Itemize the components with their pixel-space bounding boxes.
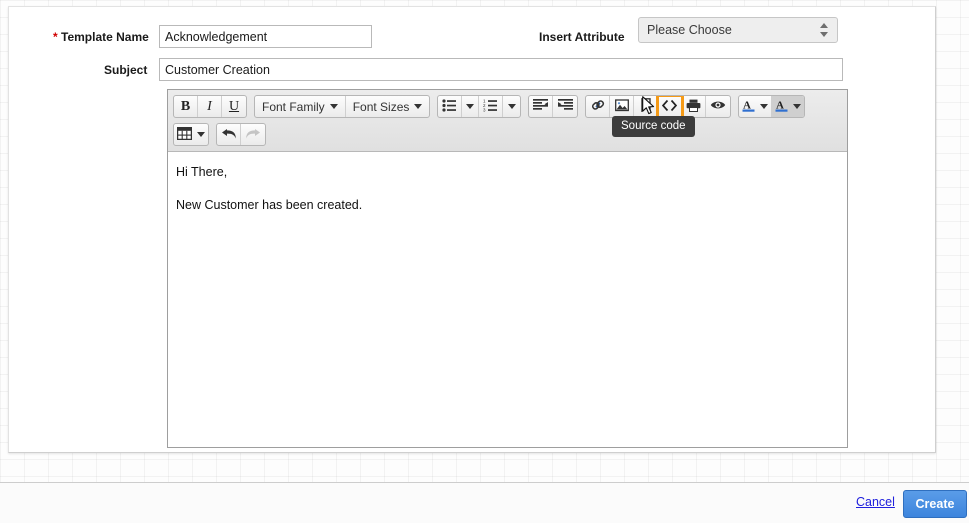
subject-input[interactable] bbox=[159, 58, 843, 81]
subject-label: Subject bbox=[104, 63, 148, 77]
numbered-list-dropdown[interactable] bbox=[503, 96, 520, 117]
underline-icon: U bbox=[228, 98, 240, 114]
source-code-tooltip: Source code bbox=[612, 116, 695, 137]
toolbar-row-2 bbox=[173, 122, 844, 147]
preview-button[interactable] bbox=[706, 96, 730, 117]
undo-button[interactable] bbox=[217, 124, 241, 145]
toolbar-row-1: B I U Font Family Font Sizes 1 2 3 A A bbox=[173, 94, 844, 119]
print-icon bbox=[686, 99, 701, 115]
template-name-label-text: Template Name bbox=[61, 30, 149, 44]
source-code-icon bbox=[662, 99, 678, 115]
numbered-list-button[interactable]: 1 2 3 bbox=[479, 96, 504, 117]
footer-bar bbox=[0, 483, 969, 523]
chevron-down-icon bbox=[793, 104, 802, 109]
background-color-icon: A bbox=[775, 98, 788, 115]
insert-group bbox=[585, 95, 732, 118]
print-button[interactable] bbox=[682, 96, 707, 117]
cancel-link[interactable]: Cancel bbox=[856, 495, 895, 509]
svg-text:3: 3 bbox=[483, 107, 486, 112]
font-family-button[interactable]: Font Family bbox=[255, 96, 346, 117]
rich-text-editor: B I U Font Family Font Sizes 1 2 3 A A H… bbox=[167, 89, 848, 448]
bold-icon: B bbox=[180, 98, 191, 114]
indent-button[interactable] bbox=[553, 96, 577, 117]
font-sizes-label: Font Sizes bbox=[352, 99, 410, 114]
font-group: Font Family Font Sizes bbox=[254, 95, 431, 118]
redo-icon bbox=[245, 127, 261, 143]
bullet-list-icon bbox=[442, 98, 457, 115]
template-name-input[interactable] bbox=[159, 25, 372, 48]
page-background: * Template Name Insert Attribute Please … bbox=[0, 0, 969, 523]
numbered-list-icon: 1 2 3 bbox=[483, 98, 498, 115]
undo-icon bbox=[221, 127, 237, 143]
text-color-icon: A bbox=[742, 98, 755, 115]
insert-link-button[interactable] bbox=[586, 96, 611, 117]
bullet-list-button[interactable] bbox=[438, 96, 463, 117]
template-name-label: * Template Name bbox=[53, 30, 149, 44]
source-code-button[interactable] bbox=[656, 96, 685, 117]
editor-line-2: New Customer has been created. bbox=[176, 197, 363, 212]
outdent-icon bbox=[533, 99, 549, 114]
bold-button[interactable]: B bbox=[174, 96, 198, 117]
create-button[interactable]: Create bbox=[903, 490, 967, 518]
insert-attribute-selected-value: Please Choose bbox=[647, 23, 732, 37]
editor-toolbar: B I U Font Family Font Sizes 1 2 3 A A bbox=[168, 90, 847, 152]
chevron-down-icon bbox=[466, 104, 475, 109]
italic-icon: I bbox=[207, 98, 212, 114]
insert-attribute-select[interactable]: Please Choose bbox=[638, 17, 838, 43]
insert-attribute-label: Insert Attribute bbox=[539, 30, 625, 44]
required-marker: * bbox=[53, 30, 58, 44]
link-icon bbox=[591, 98, 605, 115]
chevron-down-icon bbox=[414, 104, 423, 109]
preview-eye-icon bbox=[710, 99, 726, 114]
template-dialog: * Template Name Insert Attribute Please … bbox=[8, 6, 936, 453]
outdent-button[interactable] bbox=[529, 96, 554, 117]
anchor-button[interactable] bbox=[634, 96, 659, 117]
select-stepper-icon bbox=[820, 23, 829, 37]
indent-icon bbox=[557, 99, 573, 114]
create-button-label: Create bbox=[915, 497, 955, 511]
font-family-label: Font Family bbox=[262, 99, 325, 114]
image-icon bbox=[614, 98, 629, 115]
text-color-button[interactable]: A bbox=[739, 96, 773, 117]
chevron-down-icon bbox=[760, 104, 769, 109]
color-group: A A bbox=[738, 95, 806, 118]
font-sizes-button[interactable]: Font Sizes bbox=[346, 96, 430, 117]
editor-content-area[interactable]: Hi There, New Customer has been created. bbox=[168, 152, 847, 447]
anchor-icon bbox=[640, 98, 652, 115]
indent-group bbox=[528, 95, 579, 118]
insert-image-button[interactable] bbox=[610, 96, 635, 117]
history-group bbox=[216, 123, 266, 146]
text-style-group: B I U bbox=[173, 95, 247, 118]
underline-button[interactable]: U bbox=[222, 96, 246, 117]
editor-line-1: Hi There, bbox=[176, 165, 228, 179]
table-group bbox=[173, 123, 209, 146]
italic-button[interactable]: I bbox=[198, 96, 222, 117]
chevron-down-icon bbox=[197, 132, 205, 137]
bullet-list-dropdown[interactable] bbox=[462, 96, 480, 117]
background-color-button[interactable]: A bbox=[772, 96, 805, 117]
table-button[interactable] bbox=[174, 124, 208, 145]
chevron-down-icon bbox=[507, 104, 516, 109]
table-icon bbox=[176, 126, 193, 143]
list-group: 1 2 3 bbox=[437, 95, 522, 118]
chevron-down-icon bbox=[329, 104, 338, 109]
redo-button[interactable] bbox=[241, 124, 265, 145]
